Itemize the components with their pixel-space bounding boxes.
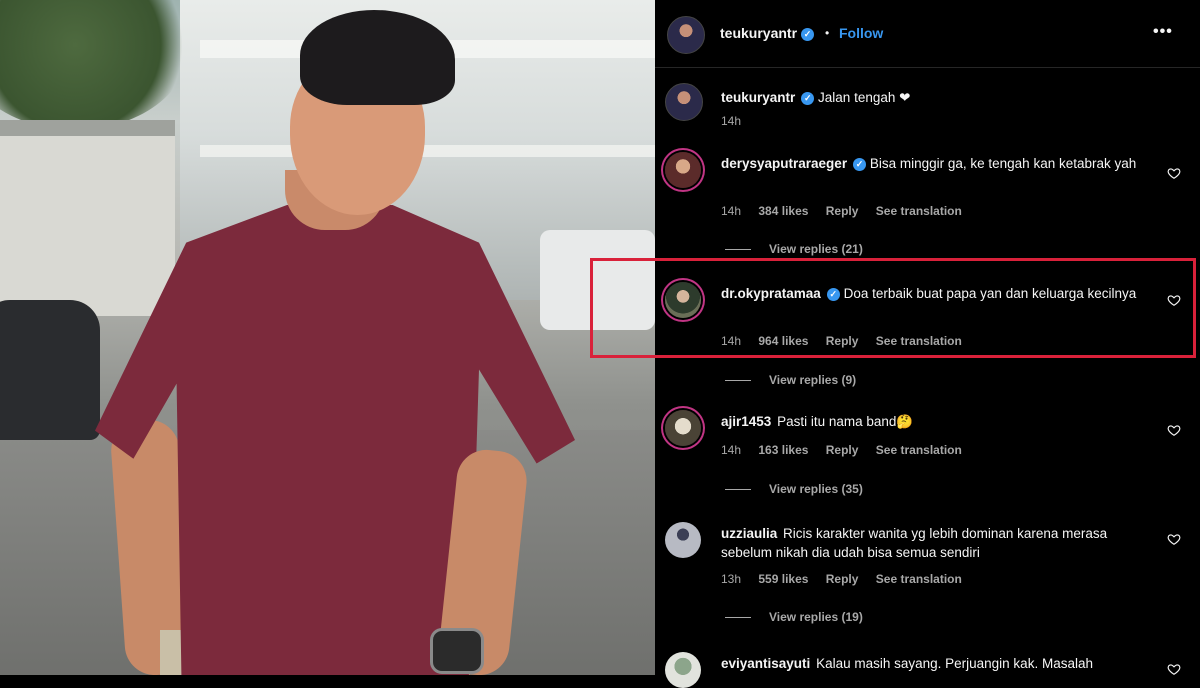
- caption-body: Jalan tengah ❤: [818, 90, 911, 105]
- comment-likes[interactable]: 384 likes: [758, 204, 808, 218]
- see-translation-link[interactable]: See translation: [876, 572, 962, 586]
- reply-button[interactable]: Reply: [826, 572, 859, 586]
- verified-badge-icon: ✓: [801, 91, 815, 105]
- reply-button[interactable]: Reply: [826, 443, 859, 457]
- comment-body: Ricis karakter wanita yg lebih dominan k…: [721, 526, 1108, 560]
- tree-foliage: [0, 0, 190, 130]
- comment-likes[interactable]: 559 likes: [758, 572, 808, 586]
- replies-line: [725, 249, 751, 251]
- post-header: teukuryantr ✓ • Follow •••: [655, 0, 1200, 68]
- comment-body: Kalau masih sayang. Perjuangin kak. Masa…: [816, 656, 1093, 671]
- like-heart-icon[interactable]: [1167, 662, 1181, 676]
- like-heart-icon[interactable]: [1167, 532, 1181, 546]
- comment-meta: 14h 384 likes Reply See translation: [721, 204, 976, 218]
- comment-meta: 13h 559 likes Reply See translation: [721, 572, 976, 586]
- caption-text: teukuryantr ✓ Jalan tengah ❤: [721, 88, 1141, 107]
- comment-body: Pasti itu nama band🤔: [777, 414, 914, 429]
- replies-line: [725, 617, 751, 619]
- comment-avatar[interactable]: [665, 410, 701, 446]
- comment-meta: 14h 163 likes Reply See translation: [721, 443, 976, 457]
- like-heart-icon[interactable]: [1167, 423, 1181, 437]
- comment-body: Bisa minggir ga, ke tengah kan ketabrak …: [869, 156, 1137, 171]
- guard-booth: [0, 120, 175, 316]
- comment-avatar[interactable]: [665, 522, 701, 558]
- screenshot-root: teukuryantr ✓ • Follow ••• teukuryantr ✓ J…: [0, 0, 1200, 688]
- see-translation-link[interactable]: See translation: [876, 443, 962, 457]
- header-separator: •: [825, 26, 830, 40]
- comment-avatar[interactable]: [665, 152, 701, 188]
- view-replies-button[interactable]: View replies (19): [725, 610, 863, 624]
- post-photo[interactable]: [0, 0, 655, 675]
- author-avatar[interactable]: [667, 16, 705, 54]
- replies-line: [725, 380, 751, 382]
- comment-text: derysyaputraraeger ✓ Bisa minggir ga, ke …: [721, 154, 1141, 173]
- replies-line: [725, 489, 751, 491]
- see-translation-link[interactable]: See translation: [876, 204, 962, 218]
- comment-time: 13h: [721, 572, 742, 586]
- view-replies-label[interactable]: View replies (21): [769, 242, 863, 256]
- author-username-text[interactable]: teukuryantr: [720, 25, 797, 41]
- follow-button[interactable]: Follow: [839, 25, 883, 41]
- reply-button[interactable]: Reply: [826, 204, 859, 218]
- view-replies-button[interactable]: View replies (21): [725, 242, 863, 256]
- comment-time: 14h: [721, 443, 742, 457]
- view-replies-button[interactable]: View replies (35): [725, 482, 863, 496]
- comment-text: ajir1453 Pasti itu nama band🤔: [721, 412, 1141, 431]
- comment-username[interactable]: derysyaputraraeger: [721, 156, 847, 171]
- comment-likes[interactable]: 163 likes: [758, 443, 808, 457]
- highlight-box: [590, 258, 1196, 358]
- caption-time: 14h: [721, 114, 742, 128]
- view-replies-button[interactable]: View replies (9): [725, 373, 856, 387]
- like-heart-icon[interactable]: [1167, 166, 1181, 180]
- author-username[interactable]: teukuryantr ✓: [720, 25, 815, 41]
- verified-badge-icon: ✓: [853, 157, 867, 171]
- comment-username[interactable]: uzziaulia: [721, 526, 777, 541]
- balcony-rail-lower: [200, 145, 655, 157]
- verified-badge-icon: ✓: [801, 27, 815, 41]
- view-replies-label[interactable]: View replies (9): [769, 373, 856, 387]
- more-options-icon[interactable]: •••: [1153, 23, 1173, 41]
- view-replies-label[interactable]: View replies (35): [769, 482, 863, 496]
- hair: [300, 10, 455, 105]
- view-replies-label[interactable]: View replies (19): [769, 610, 863, 624]
- comment-username[interactable]: eviyantisayuti: [721, 656, 810, 671]
- comment-text: eviyantisayuti Kalau masih sayang. Perju…: [721, 654, 1141, 673]
- comment-avatar[interactable]: [665, 652, 701, 688]
- comment-text: uzziaulia Ricis karakter wanita yg lebih…: [721, 524, 1141, 562]
- caption-avatar[interactable]: [665, 83, 703, 121]
- parked-car: [0, 300, 100, 440]
- comment-time: 14h: [721, 204, 742, 218]
- comment-username[interactable]: ajir1453: [721, 414, 771, 429]
- wristwatch: [430, 628, 484, 674]
- caption-username[interactable]: teukuryantr: [721, 90, 795, 105]
